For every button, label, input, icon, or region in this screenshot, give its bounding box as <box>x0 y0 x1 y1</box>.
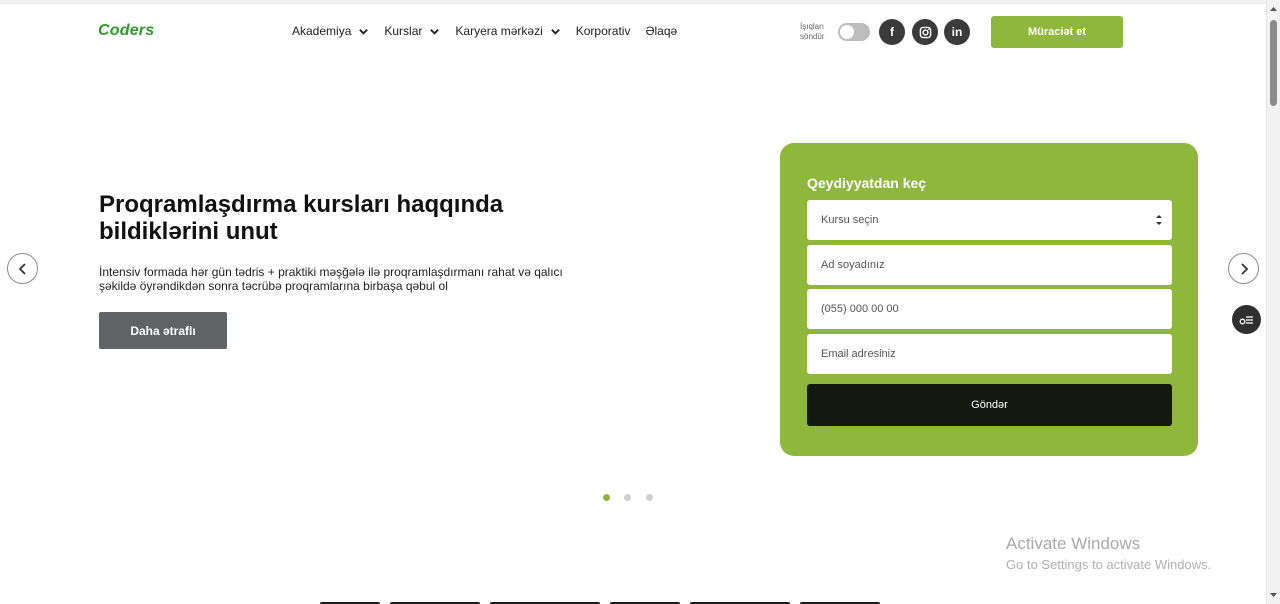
chevron-down-icon <box>430 28 440 35</box>
form-title: Qeydiyyatdan keç <box>807 175 927 191</box>
name-field-placeholder: Ad soyadınız <box>821 259 885 271</box>
carousel-dot-3[interactable] <box>646 494 653 501</box>
chevron-left-icon <box>18 262 26 275</box>
phone-field-placeholder: (055) 000 00 00 <box>821 303 899 315</box>
hero-description: İntensiv formada hər gün tədris + prakti… <box>99 265 563 293</box>
linkedin-icon[interactable]: in <box>944 19 970 45</box>
page-scrollbar[interactable] <box>1266 0 1280 604</box>
carousel-next-button[interactable] <box>1228 253 1259 284</box>
nav-item-akademiya[interactable]: Akademiya <box>292 24 369 38</box>
carousel-dot-2[interactable] <box>624 494 631 501</box>
phone-field[interactable]: (055) 000 00 00 <box>807 289 1172 329</box>
nav-item-label: Korporativ <box>575 24 631 38</box>
registration-form-card: Qeydiyyatdan keç Kursu seçin Ad soyadını… <box>780 143 1198 456</box>
chevron-down-icon <box>550 28 560 35</box>
scroll-up-arrow-icon[interactable] <box>1267 4 1280 14</box>
more-info-button[interactable]: Daha ətraflı <box>99 312 227 349</box>
facebook-glyph: f <box>890 25 894 39</box>
nav-item-karyera[interactable]: Karyera mərkəzi <box>455 24 560 38</box>
next-section-heading-cutoff <box>320 597 960 604</box>
main-nav: Akademiya Kurslar Karyera mərkəzi Korpor… <box>292 24 677 38</box>
chevron-down-icon <box>359 28 369 35</box>
activate-windows-subtitle: Go to Settings to activate Windows. <box>1006 557 1212 572</box>
nav-item-label: Karyera mərkəzi <box>455 24 543 38</box>
nav-item-elaqe[interactable]: Əlaqə <box>645 24 677 38</box>
browser-top-edge <box>0 0 1266 4</box>
apply-button[interactable]: Müraciət et <box>991 16 1123 48</box>
lights-label-line2: söndür <box>800 32 825 41</box>
hero-title: Proqramlaşdırma kursları haqqında bildik… <box>99 191 504 245</box>
email-field-placeholder: Email adresiniz <box>821 348 896 360</box>
nav-item-label: Əlaqə <box>645 24 678 38</box>
chevron-right-icon <box>1240 262 1248 275</box>
activate-windows-title: Activate Windows <box>1006 534 1141 553</box>
nav-item-label: Akademiya <box>292 24 352 38</box>
select-arrows-icon <box>1156 215 1162 225</box>
dark-mode-toggle[interactable] <box>838 23 870 41</box>
course-select-value: Kursu seçin <box>821 214 879 226</box>
logo[interactable]: Coders <box>98 22 154 40</box>
email-field[interactable]: Email adresiniz <box>807 334 1172 374</box>
submit-button[interactable]: Göndər <box>807 384 1172 426</box>
facebook-icon[interactable]: f <box>879 19 905 45</box>
scroll-down-arrow-icon[interactable] <box>1267 590 1280 600</box>
settings-list-icon <box>1239 315 1253 324</box>
lights-label-line1: İşıqları <box>800 22 825 31</box>
carousel-prev-button[interactable] <box>7 253 38 284</box>
scrollbar-thumb[interactable] <box>1270 20 1277 106</box>
course-select[interactable]: Kursu seçin <box>807 200 1172 240</box>
instagram-icon[interactable] <box>912 19 938 45</box>
name-field[interactable]: Ad soyadınız <box>807 245 1172 285</box>
nav-item-korporativ[interactable]: Korporativ <box>576 24 631 38</box>
nav-item-label: Kurslar <box>384 24 423 38</box>
nav-item-kurslar[interactable]: Kurslar <box>384 24 440 38</box>
linkedin-glyph: in <box>951 25 963 39</box>
lights-off-label: İşıqları söndür <box>800 22 824 42</box>
instagram-glyph <box>919 26 931 38</box>
accessibility-menu-button[interactable] <box>1232 305 1261 334</box>
carousel-dot-1[interactable] <box>603 494 610 501</box>
